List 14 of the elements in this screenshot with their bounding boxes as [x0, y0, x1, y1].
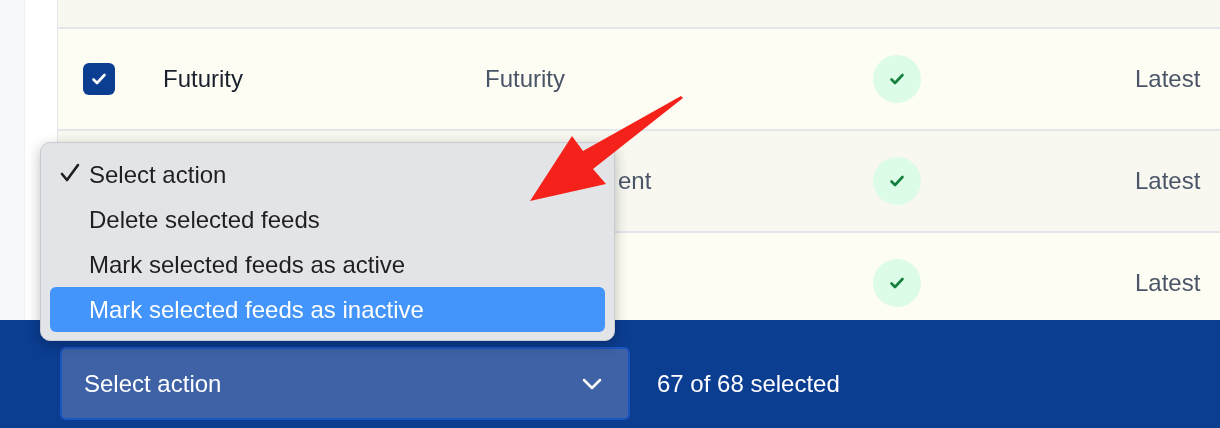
menu-item[interactable]: Delete selected feeds	[50, 197, 605, 242]
chevron-down-icon	[582, 377, 602, 390]
feed-source: ent	[617, 167, 653, 195]
checkmark-icon	[60, 162, 80, 183]
table-cell: Latest	[1135, 65, 1201, 92]
row-checkbox[interactable]	[83, 63, 115, 95]
menu-item[interactable]: Select action	[50, 152, 605, 197]
table-cell: Latest	[1135, 167, 1201, 194]
feed-name: Futurity	[163, 65, 243, 92]
selection-count: 67 of 68 selected	[657, 369, 840, 399]
table-cell: Latest	[1135, 269, 1201, 296]
feed-source: Futurity	[485, 65, 566, 93]
menu-item[interactable]: Mark selected feeds as active	[50, 242, 605, 287]
action-select[interactable]: Select action	[60, 347, 630, 420]
